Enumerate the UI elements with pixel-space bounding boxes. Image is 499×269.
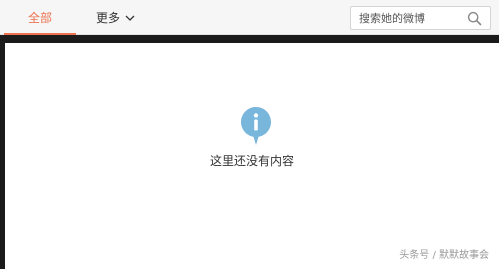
tab-bar: 全部 更多	[0, 0, 499, 35]
active-tab-indicator	[4, 33, 76, 35]
weibo-profile-screen: 全部 更多 搜索她的微博 这里还没有内容 头条号 / 默默故事会	[0, 0, 499, 269]
tab-all-label: 全部	[27, 11, 52, 25]
empty-state-message: 这里还没有内容	[209, 154, 294, 168]
watermark: 头条号 / 默默故事会	[399, 250, 489, 261]
tab-more-label: 更多	[96, 11, 121, 25]
info-icon	[240, 106, 272, 146]
search-box	[350, 6, 491, 30]
tab-more[interactable]: 更多	[96, 0, 136, 35]
content-area: 这里还没有内容 头条号 / 默默故事会	[5, 43, 499, 269]
search-icon[interactable]	[467, 11, 482, 26]
chevron-down-icon	[124, 12, 136, 24]
search-input[interactable]	[351, 7, 463, 29]
tab-all[interactable]: 全部	[0, 0, 80, 35]
